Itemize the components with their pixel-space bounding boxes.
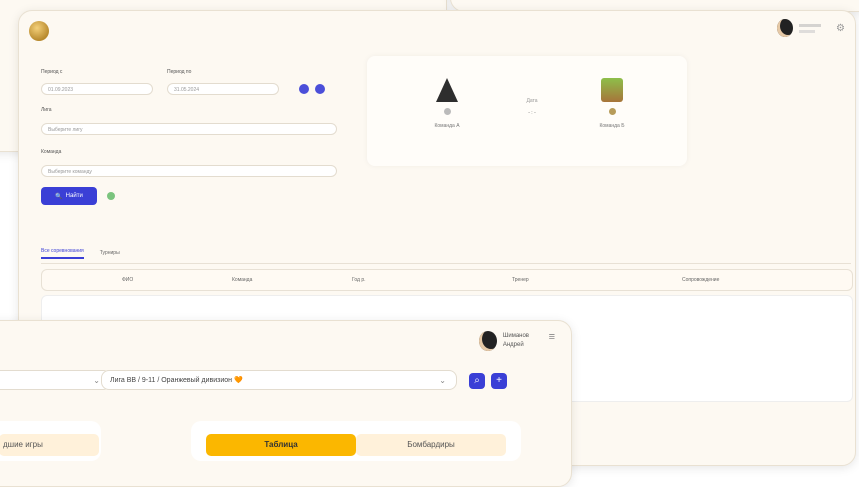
match-card: Команда А Дата - : - Команда Б [367, 56, 687, 166]
prev-arrow-icon[interactable] [299, 84, 309, 94]
away-team-name: Команда Б [599, 123, 625, 129]
reset-icon[interactable] [107, 192, 115, 200]
avatar [777, 19, 793, 37]
league-division-select[interactable]: Лига BB / 9-11 / Оранжевый дивизион 🧡 ⌄ [101, 370, 457, 390]
home-team-name: Команда А [434, 123, 460, 129]
front-window: Шиманов Андрей ≡ ⌄ Лига BB / 9-11 / Оран… [0, 320, 572, 487]
col-year[interactable]: Год р. [352, 277, 366, 283]
home-status-icon [443, 108, 451, 115]
app-logo-icon[interactable] [29, 21, 49, 41]
match-score: - : - [528, 110, 536, 116]
col-team[interactable]: Команда [232, 277, 252, 283]
user-first-name: Шиманов [502, 333, 529, 339]
tab-scorers[interactable]: Бомбардиры [356, 434, 506, 456]
gear-icon[interactable]: ⚙ [836, 23, 845, 34]
user-menu[interactable] [777, 19, 821, 37]
upcoming-games-tab[interactable]: дшие игры [0, 434, 99, 456]
away-team[interactable]: Команда Б [592, 78, 632, 129]
left-panel: дшие игры [0, 421, 101, 461]
tab-table[interactable]: Таблица [206, 434, 356, 456]
find-button-label: Найти [65, 193, 83, 199]
standings-panel: Таблица Бомбардиры [191, 421, 521, 461]
tab-all-competitions[interactable]: Все соревнования [41, 248, 84, 259]
date-from-label: Период с [41, 69, 63, 75]
user-last-name: Андрей [502, 342, 524, 348]
season-select[interactable]: ⌄ [0, 370, 111, 390]
col-coach[interactable]: Тренер [512, 277, 529, 283]
col-name[interactable]: ФИО [122, 277, 133, 283]
plus-icon: + [496, 375, 502, 386]
team-label: Команда [41, 149, 62, 155]
user-name: Шиманов Андрей [503, 332, 529, 350]
away-team-logo-icon [601, 78, 623, 102]
search-button[interactable]: ⌕ [469, 373, 485, 389]
find-button[interactable]: 🔍 Найти [41, 187, 97, 205]
search-icon: 🔍 [55, 193, 63, 200]
chevron-down-icon: ⌄ [439, 376, 446, 385]
date-from-input[interactable]: 01.09.2023 [41, 83, 153, 95]
team-select[interactable]: Выберите команду [41, 165, 337, 177]
date-to-input[interactable]: 31.05.2024 [167, 83, 279, 95]
add-button[interactable]: + [491, 373, 507, 389]
hamburger-menu-icon[interactable]: ≡ [549, 331, 555, 343]
match-info: Дата - : - [517, 98, 547, 116]
tabs: Все соревнования Турниры [41, 243, 851, 264]
league-division-value: Лига BB / 9-11 / Оранжевый дивизион 🧡 [110, 377, 243, 384]
away-status-icon [608, 108, 616, 115]
search-icon: ⌕ [474, 375, 480, 386]
user-name-blurred [799, 23, 821, 33]
league-label: Лига [41, 107, 52, 113]
table-header: ФИО Команда Год р. Тренер Сопровождение [41, 269, 853, 291]
col-support[interactable]: Сопровождение [682, 277, 719, 283]
home-team-logo-icon [436, 78, 458, 102]
date-to-label: Период по [167, 69, 192, 75]
chevron-down-icon: ⌄ [93, 376, 100, 385]
tab-tournaments[interactable]: Турниры [100, 250, 120, 256]
home-team[interactable]: Команда А [427, 78, 467, 129]
user-menu-front[interactable]: Шиманов Андрей [478, 331, 529, 351]
next-arrow-icon[interactable] [315, 84, 325, 94]
match-date: Дата [526, 98, 538, 104]
avatar [478, 331, 497, 351]
league-select[interactable]: Выберите лигу [41, 123, 337, 135]
